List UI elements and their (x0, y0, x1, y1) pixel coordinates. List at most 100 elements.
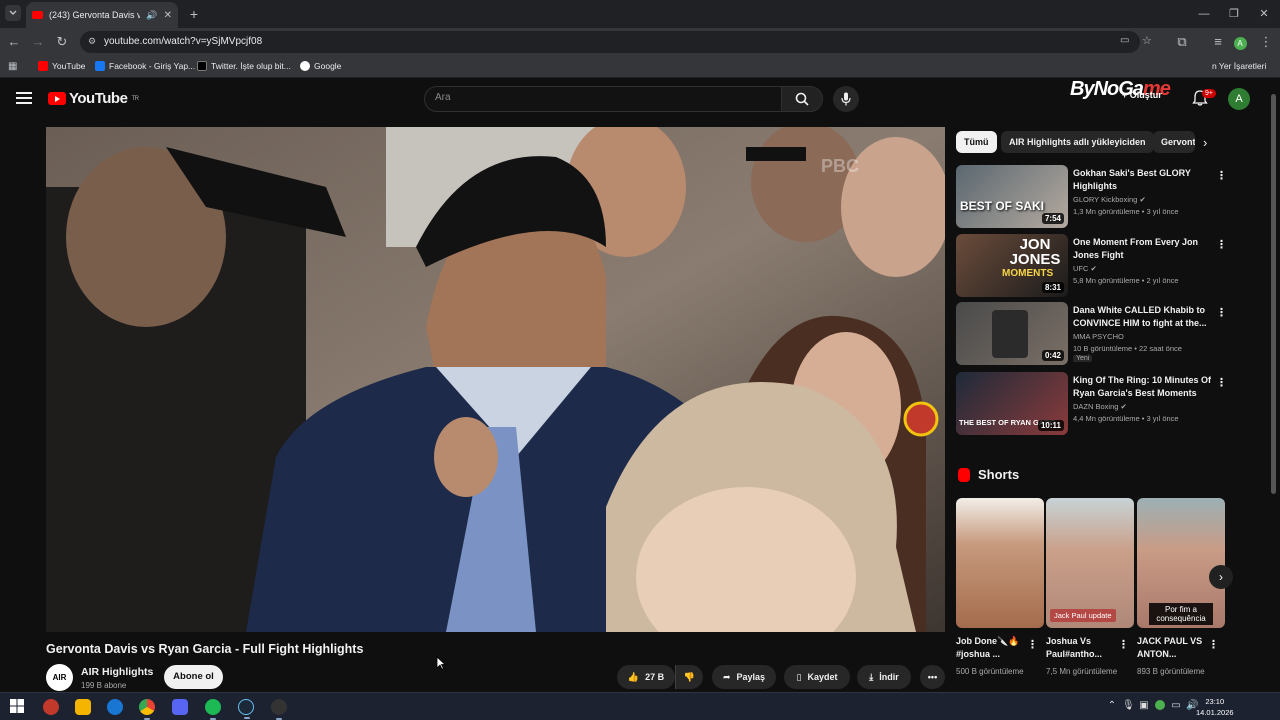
reload-button[interactable]: ↻ (54, 34, 70, 50)
spotify-icon[interactable] (205, 699, 221, 720)
back-button[interactable]: ← (6, 34, 22, 50)
kebab-menu-icon[interactable]: ⋮ (1216, 376, 1227, 389)
discord-icon[interactable] (172, 699, 188, 715)
short-thumbnail[interactable]: Por fim a consequência (1137, 498, 1225, 628)
thumbs-up-icon: 👍 (627, 671, 640, 682)
recommendation-channel[interactable]: GLORY Kickboxing ✔ (1073, 195, 1146, 204)
site-info-icon[interactable]: ⚙ (88, 36, 96, 47)
channel-name[interactable]: AIR Highlights (81, 666, 153, 678)
speaker-icon[interactable]: 🔊 (146, 10, 157, 21)
network-icon[interactable]: ▭ (1170, 700, 1182, 712)
new-tab-button[interactable]: + (186, 6, 202, 22)
chip-all[interactable]: Tümü (956, 131, 997, 153)
short-title[interactable]: JACK PAUL VS ANTON... (1137, 635, 1213, 661)
account-avatar[interactable]: A (1228, 88, 1250, 110)
other-bookmarks[interactable]: n Yer İşaretleri (1212, 61, 1266, 71)
kebab-menu-icon[interactable]: ⋮ (1216, 169, 1227, 182)
new-badge: Yeni (1073, 355, 1093, 362)
close-window-button[interactable]: ✕ (1256, 6, 1272, 22)
more-actions-button[interactable]: ••• (920, 665, 945, 689)
recommendation-meta: 5,8 Mn görüntüleme • 2 yıl önce (1073, 276, 1179, 285)
apps-grid-icon[interactable]: ▦ (8, 61, 17, 72)
url-text[interactable]: youtube.com/watch?v=ySjMVpcjf08 (104, 36, 262, 47)
recommendation-channel[interactable]: DAZN Boxing ✔ (1073, 402, 1127, 411)
like-button[interactable]: 👍 27 B (617, 665, 675, 689)
chip-from-uploader[interactable]: AIR Highlights adlı yükleyiciden (1001, 131, 1154, 153)
video-thumbnail[interactable]: BEST OF SAKI 7:54 (956, 165, 1068, 228)
app-tray-icon[interactable] (1154, 700, 1166, 712)
edge-icon[interactable] (107, 699, 123, 715)
camera-icon[interactable]: ▣ (1138, 700, 1150, 712)
microphone-icon[interactable]: 🎙 (1122, 700, 1135, 712)
kebab-menu-icon[interactable]: ⋮ (1216, 238, 1227, 251)
video-thumbnail[interactable]: THE BEST OF RYAN GARC 10:11 (956, 372, 1068, 435)
recommendation-item[interactable]: BEST OF SAKI 7:54 Gokhan Saki's Best GLO… (956, 165, 1227, 229)
browser-menu-icon[interactable]: ⋮ (1258, 34, 1274, 50)
chevron-up-icon[interactable]: ⌃ (1106, 700, 1118, 712)
minimize-button[interactable]: — (1196, 6, 1212, 22)
bookmark-youtube[interactable]: YouTube (38, 61, 85, 71)
save-button[interactable]: ▯ Kaydet (784, 665, 850, 689)
bookmark-google[interactable]: Google (300, 61, 341, 71)
search-input[interactable]: Ara (424, 86, 782, 112)
youtube-play-icon (48, 92, 66, 105)
shorts-next-button[interactable]: › (1209, 565, 1233, 589)
video-thumbnail[interactable]: JON JONES MOMENTS 8:31 (956, 234, 1068, 297)
video-thumbnail[interactable]: 0:42 (956, 302, 1068, 365)
create-button[interactable]: + Oluştur (1122, 90, 1162, 100)
share-button[interactable]: ➦ Paylaş (712, 665, 776, 689)
tab-search-button[interactable] (5, 5, 21, 21)
recommendation-item[interactable]: 0:42 Dana White CALLED Khabib to CONVINC… (956, 302, 1227, 366)
forward-button[interactable]: → (30, 34, 46, 50)
app-icon[interactable] (43, 699, 59, 715)
kebab-menu-icon[interactable]: ⋮ (1216, 306, 1227, 319)
video-frame-image: PBC (46, 127, 945, 632)
profile-avatar-icon[interactable]: A (1232, 34, 1248, 50)
channel-avatar[interactable]: AIR (46, 664, 73, 691)
video-player[interactable]: PBC (46, 127, 945, 632)
bookmark-twitter[interactable]: Twitter. İşte olup bit... (197, 61, 291, 71)
kebab-menu-icon[interactable]: ⋮ (1208, 638, 1219, 651)
restore-button[interactable]: ❐ (1226, 6, 1242, 22)
recommendation-channel[interactable]: MMA PSYCHO (1073, 332, 1124, 341)
omnibox[interactable]: ⚙ youtube.com/watch?v=ySjMVpcjf08 ▭ ☆ (80, 31, 1152, 53)
steam-icon[interactable] (238, 699, 254, 719)
kebab-menu-icon[interactable]: ⋮ (1027, 638, 1038, 651)
shorts-logo-icon (958, 467, 970, 482)
bookmark-facebook[interactable]: Facebook - Giriş Yap... (95, 61, 195, 71)
subscribe-button[interactable]: Abone ol (164, 665, 223, 689)
browser-tab-active[interactable]: (243) Gervonta Davis vs Ryan 🔊 ✕ (26, 2, 178, 28)
short-title[interactable]: Joshua Vs Paul#antho... (1046, 635, 1122, 661)
short-thumbnail[interactable] (956, 498, 1044, 628)
recommendation-item[interactable]: THE BEST OF RYAN GARC 10:11 King Of The … (956, 372, 1227, 436)
bookmark-star-icon[interactable]: ☆ (1142, 34, 1152, 47)
media-controls-icon[interactable]: ≡ (1210, 34, 1226, 50)
extensions-icon[interactable]: ⧉ (1174, 34, 1190, 50)
recommendation-item[interactable]: JON JONES MOMENTS 8:31 One Moment From E… (956, 234, 1227, 298)
chrome-icon[interactable] (139, 699, 155, 720)
short-title[interactable]: Job Done🔪🔥 #joshua ... (956, 635, 1032, 661)
video-duration: 8:31 (1041, 282, 1064, 293)
download-button[interactable]: ⤓ İndir (857, 665, 911, 689)
recommendation-title[interactable]: Gokhan Saki's Best GLORY Highlights (1073, 167, 1211, 192)
voice-search-button[interactable] (833, 86, 859, 112)
dislike-button[interactable]: 👎 (675, 665, 703, 689)
youtube-logo[interactable]: YouTube TR (48, 90, 139, 107)
short-thumbnail[interactable]: Jack Paul update (1046, 498, 1134, 628)
file-explorer-icon[interactable] (75, 699, 91, 715)
cast-icon[interactable]: ▭ (1120, 35, 1129, 46)
chip-gervonta[interactable]: Gervonta (1153, 131, 1195, 153)
recommendation-title[interactable]: One Moment From Every Jon Jones Fight (1073, 236, 1211, 261)
recommendation-channel[interactable]: UFC ✔ (1073, 264, 1097, 273)
chips-next-icon[interactable]: › (1203, 135, 1207, 150)
kebab-menu-icon[interactable]: ⋮ (1118, 638, 1129, 651)
recommendation-title[interactable]: Dana White CALLED Khabib to CONVINCE HIM… (1073, 304, 1211, 329)
menu-icon[interactable] (16, 92, 32, 106)
app-icon[interactable] (271, 699, 287, 720)
page-scrollbar[interactable] (1271, 94, 1276, 494)
windows-start-icon[interactable] (10, 699, 26, 715)
search-button[interactable] (781, 86, 823, 112)
system-clock[interactable]: 23:10 14.01.2026 (1196, 696, 1234, 718)
tab-close-icon[interactable]: ✕ (164, 10, 172, 21)
recommendation-title[interactable]: King Of The Ring: 10 Minutes Of Ryan Gar… (1073, 374, 1211, 399)
